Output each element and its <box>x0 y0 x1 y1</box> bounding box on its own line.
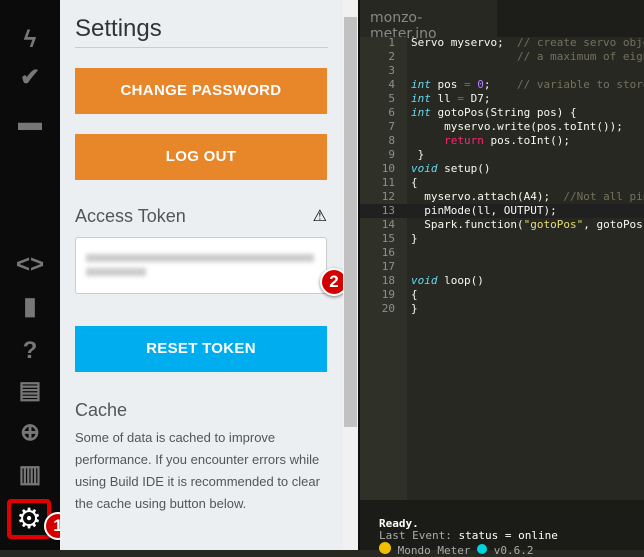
line-number: 7 <box>388 120 395 133</box>
page-title: Settings <box>75 15 328 48</box>
docs-icon[interactable]: ▤ <box>15 376 45 406</box>
line-number: 17 <box>381 260 395 273</box>
line-number: 2 <box>388 50 395 63</box>
firmware-version: v0.6.2 <box>493 544 534 557</box>
line-number: 6 <box>388 106 395 119</box>
line-number: 20 <box>381 302 395 315</box>
code-line[interactable]: int gotoPos(String pos) { <box>411 106 577 120</box>
sidebar: ϟ ✔ ▬ <> ▮ ? ▤ ⊕ ▥ ⚙ <box>0 0 60 550</box>
warning-icon[interactable]: ⚠ <box>313 206 327 227</box>
event-label: Last Event: <box>379 529 452 542</box>
console: Ready. Last Event: status = online Mondo… <box>360 500 644 557</box>
reset-token-button[interactable]: RESET TOKEN <box>75 326 327 372</box>
code-line[interactable]: Servo myservo; // create servo object <box>411 36 644 50</box>
gear-icon: ⚙ <box>16 503 42 534</box>
verify-icon[interactable]: ✔ <box>15 63 45 93</box>
settings-panel: Settings CHANGE PASSWORD LOG OUT Access … <box>60 0 343 550</box>
line-number: 13 <box>381 204 395 217</box>
code-line[interactable]: myservo.write(pos.toInt()); <box>411 120 623 134</box>
code-line[interactable]: } <box>411 148 425 162</box>
line-number: 11 <box>381 176 395 189</box>
line-number: 1 <box>388 36 395 49</box>
code-line[interactable]: myservo.attach(A4); //Not all pins <box>411 190 644 204</box>
code-line[interactable]: } <box>411 232 418 246</box>
line-number: 9 <box>388 148 395 161</box>
folder-icon[interactable]: ▬ <box>15 108 45 138</box>
log-out-button[interactable]: LOG OUT <box>75 134 327 180</box>
code-line[interactable]: } <box>411 302 418 316</box>
help-icon[interactable]: ? <box>15 336 45 366</box>
device-name[interactable]: Mondo Meter <box>398 544 471 557</box>
bookmark-icon[interactable]: ▮ <box>15 292 45 322</box>
line-number: 15 <box>381 232 395 245</box>
code-line[interactable]: { <box>411 288 418 302</box>
line-number: 16 <box>381 246 395 259</box>
line-number: 5 <box>388 92 395 105</box>
code-line[interactable]: void loop() <box>411 274 484 288</box>
line-number: 18 <box>381 274 395 287</box>
code-line[interactable]: Spark.function("gotoPos", gotoPos); <box>411 218 644 232</box>
code-line[interactable]: int pos = 0; // variable to store <box>411 78 644 92</box>
code-line[interactable]: void setup() <box>411 162 490 176</box>
code-icon[interactable]: <> <box>15 250 45 280</box>
editor-tab[interactable]: monzo-meter.ino <box>360 0 497 42</box>
target-icon[interactable]: ⊕ <box>15 418 45 448</box>
particle-icon <box>379 542 391 554</box>
editor-tab-bar: monzo-meter.ino <box>360 0 644 42</box>
line-number: 19 <box>381 288 395 301</box>
line-number: 3 <box>388 64 395 77</box>
line-number: 4 <box>388 78 395 91</box>
line-number: 8 <box>388 134 395 147</box>
change-password-button[interactable]: CHANGE PASSWORD <box>75 68 327 114</box>
code-line[interactable]: return pos.toInt(); <box>411 134 570 148</box>
access-token-field[interactable] <box>75 237 327 294</box>
code-line[interactable]: pinMode(ll, OUTPUT); <box>411 204 556 218</box>
cache-label: Cache <box>75 400 128 420</box>
online-status-icon <box>477 544 488 554</box>
event-value: status = online <box>458 529 558 542</box>
code-line[interactable]: int ll = D7; <box>411 92 491 106</box>
cache-description: Some of data is cached to improve perfor… <box>75 430 320 511</box>
line-number: 14 <box>381 218 395 231</box>
scrollbar-thumb[interactable] <box>344 17 357 427</box>
code-line[interactable]: // a maximum of eight <box>411 50 644 64</box>
line-number: 12 <box>381 190 395 203</box>
access-token-label: Access Token <box>75 206 186 226</box>
flash-icon[interactable]: ϟ <box>15 25 45 55</box>
code-line[interactable]: { <box>411 176 418 190</box>
chart-icon[interactable]: ▥ <box>15 460 45 490</box>
line-number: 10 <box>381 162 395 175</box>
